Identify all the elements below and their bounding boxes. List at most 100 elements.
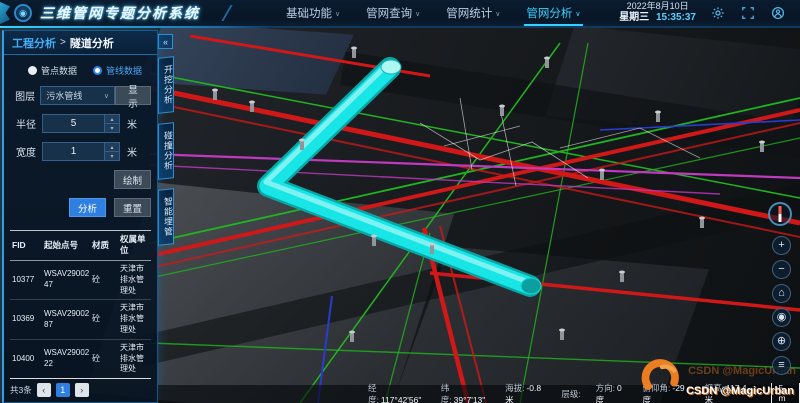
- nav-item-label: 管网查询: [366, 5, 412, 21]
- globe-icon[interactable]: ⊕: [772, 332, 791, 351]
- status-value: 39°7'13": [454, 395, 486, 403]
- radio-circle-icon: [28, 66, 37, 75]
- draw-button[interactable]: 绘制: [114, 170, 151, 189]
- weekday-label: 星期三: [619, 12, 649, 23]
- table-header-row: FID起始点号材质权属单位: [10, 231, 151, 261]
- nav-item-4[interactable]: 管网分析∨: [526, 0, 580, 26]
- radio-line-data[interactable]: 管线数据: [93, 64, 142, 77]
- show-button[interactable]: 显示: [115, 86, 151, 105]
- fullscreen-icon[interactable]: [740, 5, 756, 21]
- width-unit: 米: [127, 144, 137, 159]
- column-header: 起始点号: [44, 240, 90, 251]
- breadcrumb-current: 隧道分析: [70, 35, 114, 51]
- status-label: 纬度:: [441, 383, 452, 403]
- reset-button[interactable]: 重置: [114, 198, 151, 217]
- side-tab-1[interactable]: 开挖分析: [158, 56, 174, 114]
- nav-item-label: 基础功能: [286, 5, 332, 21]
- radio-label: 管线数据: [106, 64, 142, 77]
- status-label: 经度:: [368, 383, 379, 403]
- user-icon[interactable]: [770, 5, 786, 21]
- chevron-down-icon: ∨: [495, 10, 500, 18]
- locate-icon[interactable]: ◉: [772, 308, 791, 327]
- radio-circle-icon: [93, 66, 102, 75]
- radius-label: 半径: [10, 116, 42, 131]
- app-logo-icon: ◉: [14, 4, 32, 22]
- data-type-radio-group: 管点数据 管线数据: [28, 64, 157, 77]
- analysis-panel: 工程分析 > 隧道分析 管点数据 管线数据 图层 污水管线 ∨ 显示 半径: [2, 30, 158, 403]
- table-row[interactable]: 10369WSAV2900287砼天津市排水管理处: [10, 300, 151, 339]
- side-tab-2[interactable]: 碰撞分析: [158, 122, 174, 180]
- header-accent: [0, 2, 10, 24]
- status-label: 海拔:: [505, 383, 524, 393]
- watermark: CSDN @MagicUrban: [636, 351, 794, 397]
- status-label: 层级:: [561, 389, 580, 399]
- radio-label: 管点数据: [41, 64, 77, 77]
- pagination: 共3条 ‹ 1 ›: [10, 383, 89, 397]
- side-tab-3[interactable]: 智能埋管: [158, 188, 174, 246]
- compass-widget[interactable]: [768, 202, 792, 226]
- table-cell: 10369: [12, 314, 42, 325]
- table-cell: 天津市排水管理处: [120, 264, 149, 296]
- table-cell: 砼: [92, 354, 118, 365]
- table-cell: 天津市排水管理处: [120, 343, 149, 375]
- header-divider: [209, 5, 232, 21]
- radius-input[interactable]: [43, 115, 104, 132]
- table-cell: WSAV2900287: [44, 309, 90, 331]
- side-tab-strip: « 开挖分析碰撞分析智能埋管: [158, 34, 176, 255]
- nav-item-3[interactable]: 管网统计∨: [446, 0, 500, 26]
- home-icon[interactable]: ⌂: [772, 284, 791, 303]
- breadcrumb-separator: >: [60, 37, 66, 48]
- app-window: ◉ 三维管网专题分析系统 基础功能∨管网查询∨管网统计∨管网分析∨ 2022年8…: [0, 0, 800, 403]
- nav-item-2[interactable]: 管网查询∨: [366, 0, 420, 26]
- chevron-down-icon: ∨: [104, 92, 109, 100]
- results-table: FID起始点号材质权属单位10377WSAV2900247砼天津市排水管理处10…: [10, 230, 151, 379]
- table-cell: 10400: [12, 354, 42, 365]
- watermark-text: CSDN @MagicUrban: [686, 385, 794, 397]
- column-header: 权属单位: [120, 234, 149, 257]
- step-down-icon[interactable]: ▾: [105, 123, 119, 132]
- width-input[interactable]: [43, 143, 104, 160]
- compass-needle-icon: [779, 206, 782, 222]
- status-item: 层级:: [561, 388, 581, 400]
- column-header: FID: [12, 240, 42, 251]
- table-cell: WSAV2900247: [44, 269, 90, 291]
- status-label: 方向:: [596, 383, 615, 393]
- next-page-button[interactable]: ›: [75, 383, 89, 397]
- step-down-icon[interactable]: ▾: [105, 151, 119, 160]
- breadcrumb: 工程分析 > 隧道分析: [4, 31, 157, 55]
- radio-point-data[interactable]: 管点数据: [28, 64, 77, 77]
- collapse-panel-button[interactable]: «: [158, 34, 173, 49]
- table-cell: 砼: [92, 314, 118, 325]
- zoom-out-icon[interactable]: −: [772, 260, 791, 279]
- analyze-button[interactable]: 分析: [69, 198, 106, 217]
- nav-item-1[interactable]: 基础功能∨: [286, 0, 340, 26]
- nav-item-label: 管网分析: [526, 5, 572, 21]
- settings-icon[interactable]: [710, 5, 726, 21]
- time-label: 15:35:37: [656, 12, 696, 23]
- status-item: 纬度:39°7'13": [441, 382, 491, 403]
- step-up-icon[interactable]: ▴: [105, 143, 119, 151]
- chevron-down-icon: ∨: [575, 10, 580, 18]
- prev-page-button[interactable]: ‹: [37, 383, 51, 397]
- table-cell: 10377: [12, 275, 42, 286]
- status-value: 117°42'56": [381, 395, 422, 403]
- step-up-icon[interactable]: ▴: [105, 115, 119, 123]
- radius-unit: 米: [127, 116, 137, 131]
- chevron-down-icon: ∨: [415, 10, 420, 18]
- table-cell: 砼: [92, 275, 118, 286]
- chevron-down-icon: ∨: [335, 10, 340, 18]
- status-item: 方向:0度: [596, 382, 629, 403]
- breadcrumb-root[interactable]: 工程分析: [12, 35, 56, 51]
- page-1-button[interactable]: 1: [56, 383, 70, 397]
- zoom-in-icon[interactable]: +: [772, 236, 791, 255]
- table-row[interactable]: 10400WSAV2900222砼天津市排水管理处: [10, 340, 151, 379]
- status-item: 经度:117°42'56": [368, 382, 427, 403]
- table-row[interactable]: 10377WSAV2900247砼天津市排水管理处: [10, 261, 151, 300]
- status-item: 海拔:-0.8米: [505, 382, 547, 403]
- main-nav: 基础功能∨管网查询∨管网统计∨管网分析∨: [286, 0, 581, 26]
- layer-select[interactable]: 污水管线 ∨: [40, 86, 115, 105]
- layer-label: 图层: [10, 88, 40, 103]
- width-stepper: ▴ ▾: [42, 142, 120, 161]
- csdn-logo-icon: [636, 351, 688, 397]
- radius-stepper: ▴ ▾: [42, 114, 120, 133]
